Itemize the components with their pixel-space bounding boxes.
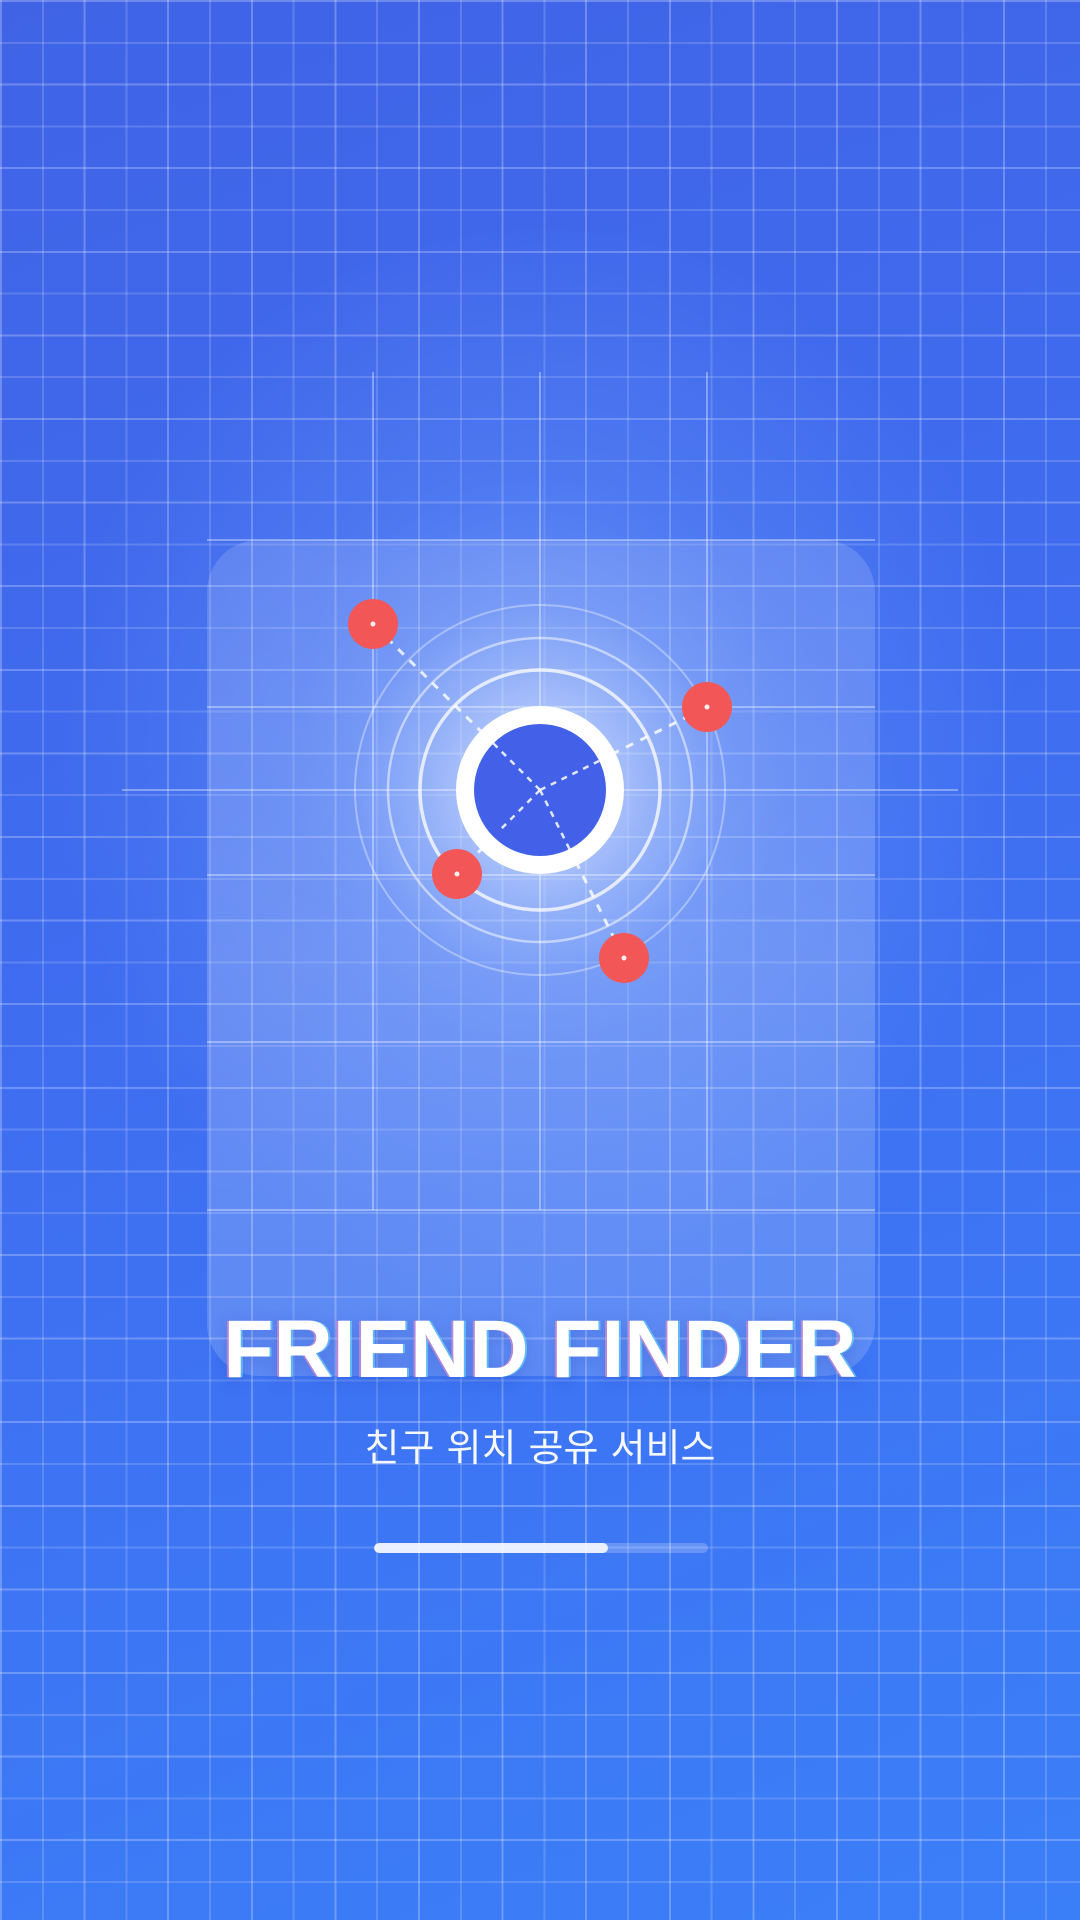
- app-title: FRIEND FINDER: [223, 1304, 857, 1395]
- app-subtitle: 친구 위치 공유 서비스: [364, 1426, 716, 1470]
- loading-progress-bar: [374, 1543, 708, 1553]
- radar-illustration: [348, 599, 732, 983]
- loading-progress-fill: [374, 1543, 608, 1553]
- my-location-icon: [456, 706, 624, 874]
